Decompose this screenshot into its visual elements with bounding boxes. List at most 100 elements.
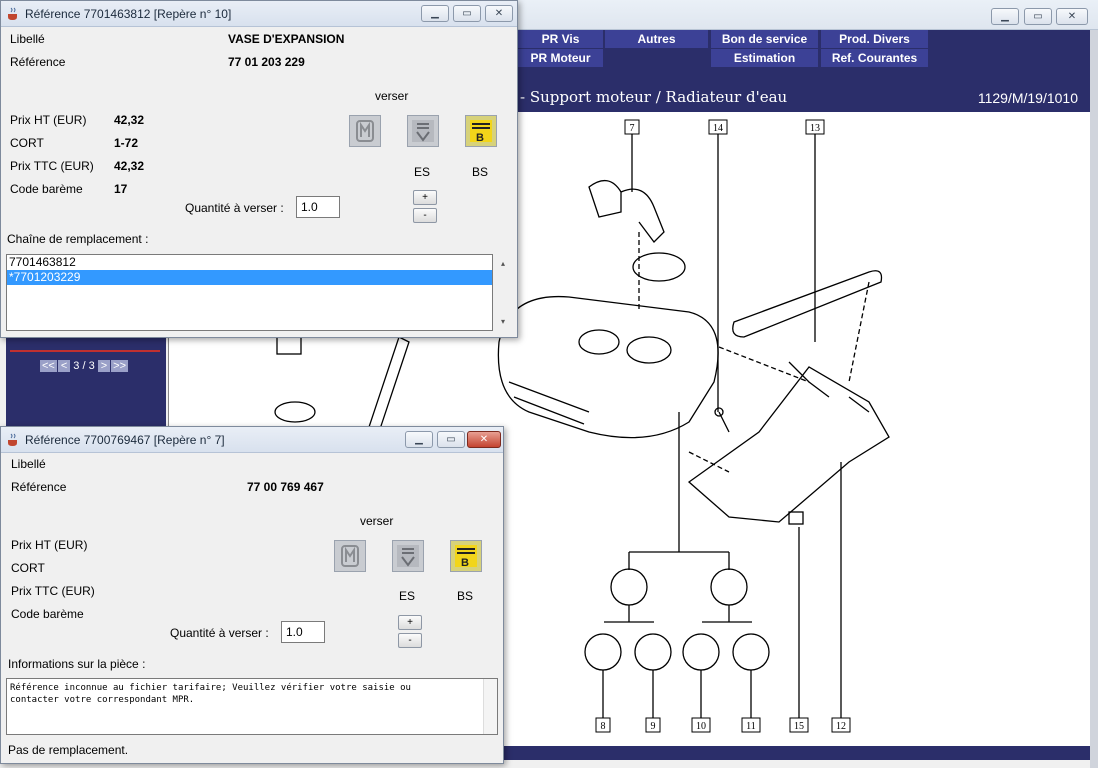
- nav-bon-de-service[interactable]: Bon de service: [711, 30, 819, 48]
- dialog1-minimize-icon[interactable]: ▁: [421, 5, 449, 22]
- close-icon[interactable]: ✕: [1056, 8, 1088, 25]
- callout-13[interactable]: 13: [805, 119, 825, 135]
- es-icon: [397, 545, 419, 567]
- detail-circle-11: [732, 633, 770, 671]
- cap-part-left-2: [274, 401, 316, 423]
- reference-label: Référence: [11, 480, 67, 494]
- dialog1-titlebar[interactable]: Référence 7701463812 [Repère n° 10] ▁ ▭ …: [1, 1, 517, 27]
- callout-10[interactable]: 10: [691, 717, 711, 733]
- dialog1-maximize-icon[interactable]: ▭: [453, 5, 481, 22]
- scroll-up-icon[interactable]: ▴: [501, 259, 505, 268]
- m-logo-icon: [341, 545, 359, 567]
- callout-12[interactable]: 12: [831, 717, 851, 733]
- callout-labels: 7 14 13 8 9 10 11 15 12: [595, 119, 851, 733]
- svg-text:7: 7: [630, 123, 635, 134]
- divider: [10, 350, 160, 352]
- bs-label: BS: [457, 589, 474, 603]
- nav-estimation[interactable]: Estimation: [711, 49, 819, 67]
- callout-15[interactable]: 15: [789, 717, 809, 733]
- callout-14[interactable]: 14: [708, 119, 728, 135]
- dialog2-close-icon[interactable]: ✕: [467, 431, 501, 448]
- bracket-tabs: [788, 361, 870, 413]
- reference-value: 77 00 769 467: [247, 480, 324, 494]
- qty-plus-button[interactable]: +: [413, 190, 437, 205]
- verser-es-button[interactable]: [407, 115, 439, 147]
- qty-label: Quantité à verser :: [185, 201, 284, 215]
- code-bareme-value: 17: [114, 182, 128, 196]
- reference-label: Référence: [10, 55, 66, 69]
- bs-icon: B: [455, 545, 477, 569]
- pager-first-button[interactable]: <<: [40, 360, 57, 372]
- callout-8[interactable]: 8: [595, 717, 611, 733]
- svg-text:12: 12: [836, 721, 846, 732]
- dialog2-minimize-icon[interactable]: ▁: [405, 431, 433, 448]
- sensor-wire: [620, 188, 665, 243]
- filler-cap: [632, 252, 686, 282]
- minimize-icon[interactable]: ▁: [991, 8, 1019, 25]
- svg-text:8: 8: [601, 721, 606, 732]
- expansion-tank: [497, 295, 719, 439]
- qty-input[interactable]: [296, 196, 340, 218]
- prix-ttc-value: 42,32: [114, 159, 145, 173]
- svg-text:14: 14: [713, 123, 723, 134]
- pager-prev-button[interactable]: <: [57, 360, 71, 372]
- pager-last-button[interactable]: >>: [111, 360, 128, 372]
- detail-circle-9: [634, 633, 672, 671]
- svg-text:B: B: [476, 132, 484, 144]
- maximize-icon[interactable]: ▭: [1024, 8, 1052, 25]
- chain-item-selected[interactable]: *7701203229: [7, 270, 492, 285]
- qty-minus-button[interactable]: -: [413, 208, 437, 223]
- qty-plus-button[interactable]: +: [398, 615, 422, 630]
- svg-text:15: 15: [794, 721, 804, 732]
- info-text: Référence inconnue au fichier tarifaire;…: [10, 683, 411, 705]
- footer-text: Pas de remplacement.: [8, 743, 129, 757]
- qty-input[interactable]: [281, 621, 325, 643]
- nav-pr-vis[interactable]: PR Vis: [518, 30, 604, 48]
- scroll-down-icon[interactable]: ▾: [501, 317, 505, 326]
- verser-bs-button[interactable]: B: [465, 115, 497, 147]
- qty-minus-button[interactable]: -: [398, 633, 422, 648]
- detail-circle-b: [710, 568, 748, 606]
- nav-pr-moteur[interactable]: PR Moteur: [518, 49, 604, 67]
- diagram-heading: - Support moteur / Radiateur d'eau: [520, 88, 788, 106]
- nav-autres[interactable]: Autres: [605, 30, 709, 48]
- java-cup-icon: [8, 7, 17, 20]
- libelle-label: Libellé: [10, 32, 45, 46]
- dialog2-titlebar[interactable]: Référence 7700769467 [Repère n° 7] ▁ ▭ ✕: [1, 427, 503, 453]
- qty-label: Quantité à verser :: [170, 626, 269, 640]
- info-textarea[interactable]: Référence inconnue au fichier tarifaire;…: [6, 678, 498, 735]
- cap-7: [588, 180, 622, 218]
- detail-circle-10: [682, 633, 720, 671]
- cort-value: 1-72: [114, 136, 139, 150]
- dialog2-maximize-icon[interactable]: ▭: [437, 431, 465, 448]
- detail-circle-8: [584, 633, 622, 671]
- dialog1-close-icon[interactable]: ✕: [485, 5, 513, 22]
- bracket-12: [687, 366, 890, 523]
- dialog2-title: Référence 7700769467 [Repère n° 7]: [25, 433, 225, 447]
- pager-next-button[interactable]: >: [97, 360, 111, 372]
- svg-text:10: 10: [696, 721, 706, 732]
- callout-11[interactable]: 11: [741, 717, 761, 733]
- info-scrollbar[interactable]: [483, 679, 497, 734]
- bs-label: BS: [472, 165, 489, 179]
- nav-ref-courantes[interactable]: Ref. Courantes: [821, 49, 929, 67]
- chain-item[interactable]: 7701463812: [7, 255, 492, 270]
- java-cup-icon: [8, 433, 17, 446]
- reference-value: 77 01 203 229: [228, 55, 305, 69]
- verser-es-button[interactable]: [392, 540, 424, 572]
- replacement-chain-list[interactable]: 7701463812 *7701203229: [6, 254, 493, 331]
- verser-bs-button[interactable]: B: [450, 540, 482, 572]
- cort-label: CORT: [11, 561, 45, 575]
- callout-9[interactable]: 9: [645, 717, 661, 733]
- tank-neck-1: [578, 329, 620, 355]
- code-bareme-label: Code barème: [10, 182, 83, 196]
- reference-dialog-2: Référence 7700769467 [Repère n° 7] ▁ ▭ ✕…: [0, 426, 504, 764]
- verser-m-button[interactable]: [349, 115, 381, 147]
- es-icon: [412, 120, 434, 142]
- reference-dialog-1: Référence 7701463812 [Repère n° 10] ▁ ▭ …: [0, 0, 518, 338]
- verser-label: verser: [360, 514, 394, 528]
- callout-7[interactable]: 7: [624, 119, 640, 135]
- verser-m-button[interactable]: [334, 540, 366, 572]
- nav-prod-divers[interactable]: Prod. Divers: [821, 30, 929, 48]
- libelle-label: Libellé: [11, 457, 46, 471]
